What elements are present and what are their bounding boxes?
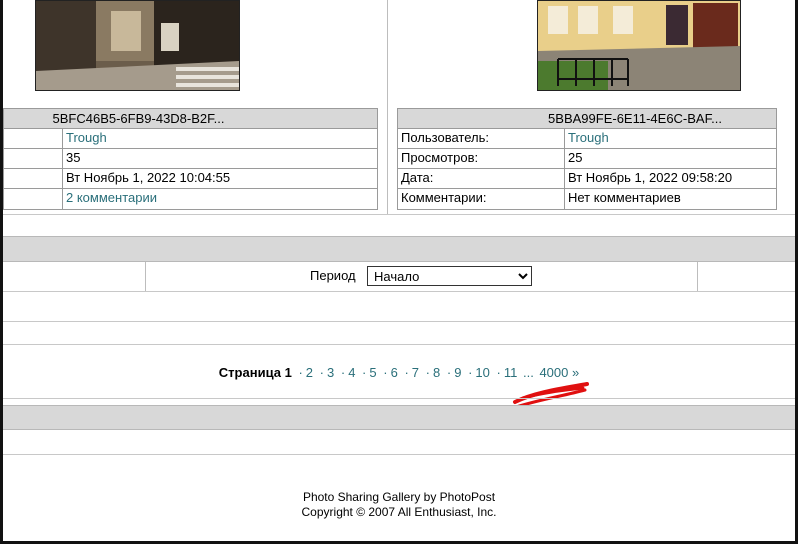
right-photo-user-label: Пользователь: [401,130,489,145]
footer-top-rule [3,454,795,455]
empty-row-rule [3,321,795,322]
gallery-column-divider [387,0,388,214]
page-link-8[interactable]: 8 [433,365,440,380]
pagination-bottom-rule [3,398,795,399]
period-select[interactable]: Начало [367,266,532,286]
empty-row-rule [3,344,795,345]
left-photo-title-link[interactable]: 5BFC46B5-6FB9-43D8-B2F... [53,111,225,126]
left-photo-thumbnail[interactable] [35,0,240,91]
period-row-left-divider [145,262,146,291]
right-photo-user-link[interactable]: Trough [568,130,609,145]
page-link-10[interactable]: 10 [475,365,489,380]
pagination-current-page: 1 [284,365,292,380]
page-link-2[interactable]: 2 [306,365,313,380]
right-photo-views-label: Просмотров: [401,150,479,165]
right-photo-comments: Нет комментариев [568,190,681,205]
right-photo-thumbnail[interactable] [537,0,741,91]
left-photo-image [36,1,239,90]
section-gray-band [3,236,795,262]
right-photo-title-header: 5BBA99FE-6E11-4E6C-BAF... [397,108,777,129]
left-info-row-divider [3,148,377,149]
right-photo-title-link[interactable]: 5BBA99FE-6E11-4E6C-BAF... [548,111,722,126]
footer-copyright: Copyright © 2007 All Enthusiast, Inc. [301,505,497,519]
page-link-3[interactable]: 3 [327,365,334,380]
gallery-bottom-rule [3,214,795,215]
pagination: Страница 1 · 2 · 3 · 4 · 5 · 6 · 7 · 8 · 9 · 10 ·… [218,365,580,380]
page-link-4[interactable]: 4 [348,365,355,380]
pagination-label: Страница [218,365,281,380]
frame-left-edge [0,0,3,544]
page-link-6[interactable]: 6 [391,365,398,380]
right-photo-image [538,1,740,90]
page-link-5[interactable]: 5 [369,365,376,380]
period-row-bottom-rule [3,291,795,292]
period-row-right-divider [697,262,698,291]
period-label: Период [310,268,356,283]
page-link-9[interactable]: 9 [454,365,461,380]
left-info-row-divider [3,188,377,189]
right-photo-date: Вт Ноябрь 1, 2022 09:58:20 [568,170,733,185]
footer-powered-by: Photo Sharing Gallery by PhotoPost [302,490,496,504]
left-photo-views: 35 [66,150,81,165]
left-photo-title-header: 5BFC46B5-6FB9-43D8-B2F... [3,108,378,129]
page-link-7[interactable]: 7 [412,365,419,380]
right-photo-date-label: Дата: [401,170,434,185]
right-photo-comments-label: Комментарии: [401,190,487,205]
right-photo-views: 25 [568,150,583,165]
left-photo-user-link[interactable]: Trough [66,130,107,145]
bottom-gray-band [3,405,795,430]
left-photo-comments-link[interactable]: 2 комментарии [66,190,157,205]
left-photo-date: Вт Ноябрь 1, 2022 10:04:55 [66,170,231,185]
